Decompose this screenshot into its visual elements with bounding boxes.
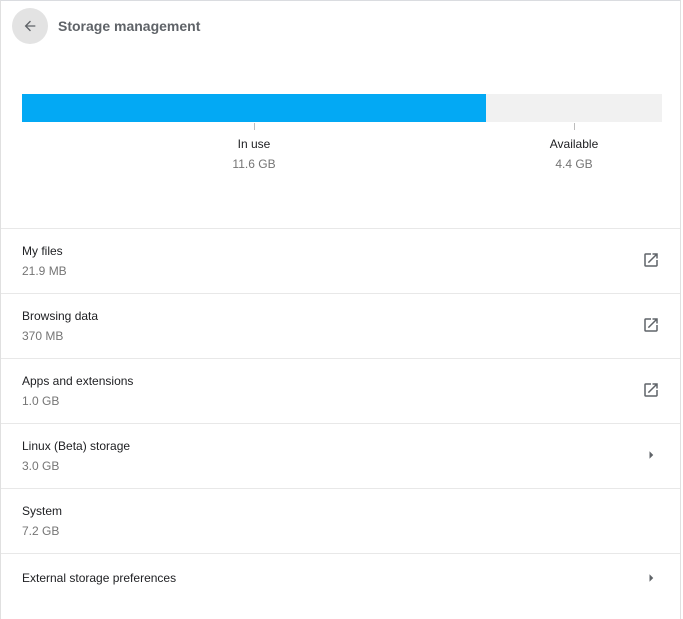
open-external-icon[interactable] xyxy=(642,251,660,269)
apps-and-extensions-item[interactable]: Apps and extensions 1.0 GB xyxy=(1,358,680,423)
linux-storage-item[interactable]: Linux (Beta) storage 3.0 GB xyxy=(1,423,680,488)
item-name: Linux (Beta) storage xyxy=(22,439,131,453)
available-tick xyxy=(574,123,575,130)
storage-items-list: My files 21.9 MB Browsing data 370 MB Ap… xyxy=(1,228,680,602)
item-size: 7.2 GB xyxy=(22,524,60,538)
back-button[interactable] xyxy=(12,8,48,44)
chevron-right-icon xyxy=(649,574,654,582)
item-name: My files xyxy=(22,244,63,258)
in-use-value: 11.6 GB xyxy=(232,157,276,171)
in-use-tick xyxy=(254,123,255,130)
open-external-icon[interactable] xyxy=(642,316,660,334)
arrow-back-icon xyxy=(24,20,36,32)
item-name: Apps and extensions xyxy=(22,374,134,388)
storage-management-page: Storage management In use 11.6 GB Availa… xyxy=(0,0,681,619)
item-size: 1.0 GB xyxy=(22,394,60,408)
item-name: Browsing data xyxy=(22,309,99,323)
item-size: 3.0 GB xyxy=(22,459,60,473)
storage-usage-bar xyxy=(22,94,662,122)
item-size: 21.9 MB xyxy=(22,264,67,278)
available-label: Available xyxy=(549,137,599,151)
browsing-data-item[interactable]: Browsing data 370 MB xyxy=(1,293,680,358)
storage-usage-bar-fill xyxy=(22,94,486,122)
item-size: 370 MB xyxy=(22,329,64,343)
item-name: System xyxy=(22,504,63,518)
in-use-label: In use xyxy=(237,137,271,151)
in-use-legend: In use 11.6 GB xyxy=(232,137,275,172)
open-external-icon[interactable] xyxy=(642,381,660,399)
external-storage-preferences-item[interactable]: External storage preferences xyxy=(1,553,680,602)
page-header: Storage management xyxy=(1,1,680,51)
chevron-right-icon xyxy=(649,451,654,459)
system-item: System 7.2 GB xyxy=(1,488,680,553)
item-name: External storage preferences xyxy=(22,571,177,585)
available-value: 4.4 GB xyxy=(555,157,593,171)
page-title: Storage management xyxy=(58,18,201,34)
my-files-item[interactable]: My files 21.9 MB xyxy=(1,228,680,293)
available-legend: Available 4.4 GB xyxy=(550,137,598,172)
